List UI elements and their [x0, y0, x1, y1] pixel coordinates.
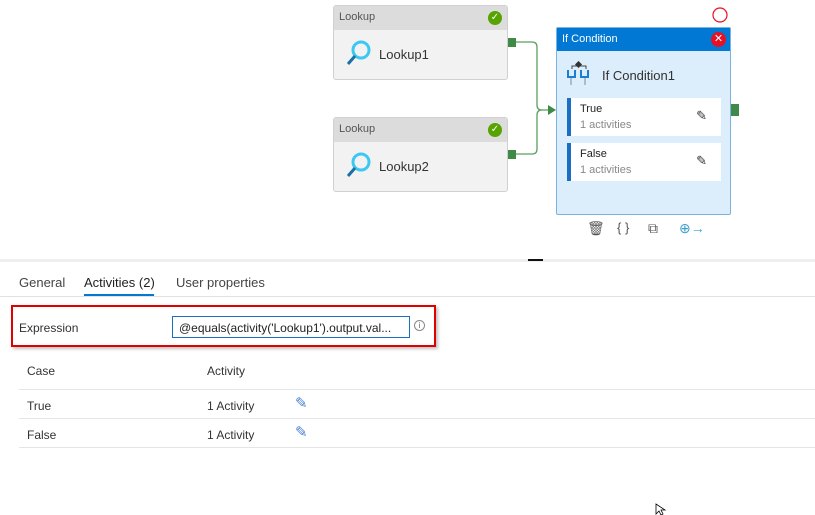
error-icon: ✕ — [711, 32, 726, 47]
info-icon[interactable]: i — [414, 320, 425, 331]
tab-activities[interactable]: Activities (2) — [84, 275, 155, 290]
row-activity: 1 Activity — [207, 399, 255, 413]
row-activity: 1 Activity — [207, 428, 255, 442]
resize-handle[interactable] — [528, 259, 543, 261]
node-type: If Condition — [557, 28, 730, 51]
header-case: Case — [27, 364, 56, 378]
delete-icon[interactable]: 🗑 — [587, 220, 605, 237]
tabs-divider — [0, 296, 815, 297]
tab-user-properties[interactable]: User properties — [176, 275, 265, 290]
row-divider — [19, 447, 815, 448]
code-icon[interactable]: { } — [617, 220, 629, 235]
if-condition-icon — [567, 61, 589, 85]
copy-icon[interactable]: ⧉ — [648, 220, 658, 237]
add-output-icon[interactable]: ⊕→ — [679, 220, 705, 237]
edit-pencil-icon[interactable]: ✎ — [696, 108, 707, 124]
false-case-card[interactable]: False 1 activities ✎ — [567, 143, 721, 181]
case-label: True — [580, 103, 603, 115]
expression-label: Expression — [19, 321, 79, 335]
connector-line — [516, 41, 548, 111]
true-case-card[interactable]: True 1 activities ✎ — [567, 98, 721, 136]
arrow-head — [548, 105, 556, 115]
case-count: 1 activities — [580, 119, 632, 131]
row-case: True — [27, 399, 52, 413]
row-divider — [19, 389, 815, 390]
tab-general[interactable]: General — [19, 275, 65, 290]
row-case: False — [27, 428, 57, 442]
output-port[interactable] — [731, 104, 739, 116]
node-name: If Condition1 — [602, 68, 675, 83]
handle-circle-icon — [712, 7, 728, 23]
connector-line — [516, 109, 543, 155]
row-divider — [19, 418, 815, 419]
edit-pencil-icon[interactable]: ✎ — [295, 423, 308, 441]
header-activity: Activity — [207, 364, 246, 378]
case-label: False — [580, 148, 607, 160]
edit-pencil-icon[interactable]: ✎ — [295, 394, 308, 412]
if-condition-node[interactable]: If Condition ✕ If Condition1 True 1 acti… — [556, 27, 731, 236]
expression-input[interactable]: @equals(activity('Lookup1').output.val..… — [172, 316, 410, 338]
mouse-cursor-icon — [655, 503, 667, 515]
panel-divider[interactable] — [0, 259, 815, 262]
case-count: 1 activities — [580, 164, 632, 176]
edit-pencil-icon[interactable]: ✎ — [696, 153, 707, 169]
